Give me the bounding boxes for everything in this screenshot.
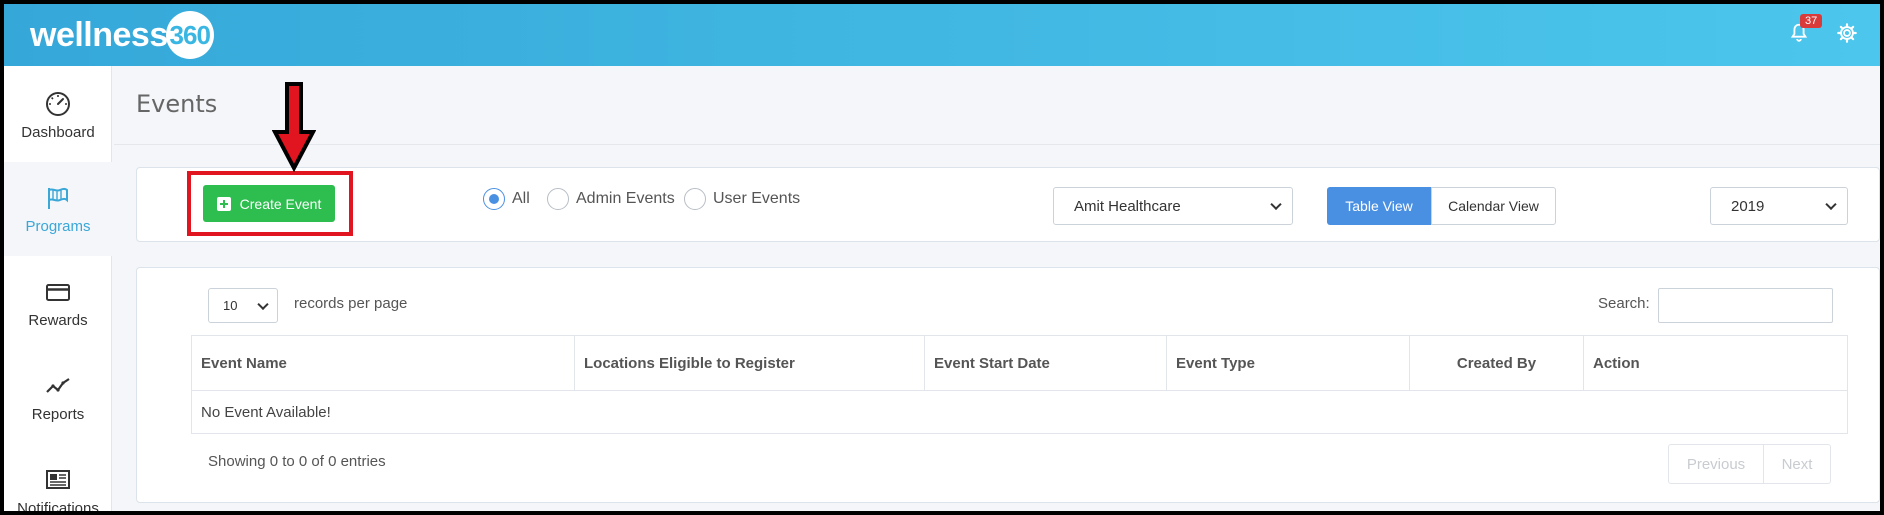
filter-admin-events-radio[interactable]: Admin Events [547,188,675,210]
column-header-start-date[interactable]: Event Start Date [925,336,1167,391]
table-view-button[interactable]: Table View [1327,187,1431,225]
divider [114,144,1880,145]
flag-icon [48,187,68,209]
newspaper-icon [46,469,70,489]
search-input[interactable] [1658,288,1833,323]
logo-number: 360 [165,11,214,59]
column-header-action: Action [1593,355,1640,372]
down-arrow-annotation-icon [272,82,316,172]
sidebar-item-programs[interactable]: Programs [4,162,112,256]
year-select[interactable]: 2019 [1710,187,1848,225]
radio-button[interactable] [547,188,569,210]
sidebar-item-notifications[interactable]: Notifications [4,444,112,511]
filter-admin-events-label: Admin Events [576,190,675,207]
line-chart-icon [46,377,70,393]
sidebar-item-rewards[interactable]: Rewards [4,256,112,350]
sidebar-item-label: Reports [31,405,85,423]
logo-text: wellness [30,15,168,54]
sidebar-item-label: Notifications [17,499,99,512]
sidebar-item-label: Dashboard [21,123,95,141]
top-bar: wellness 360 37 [4,4,1880,66]
organization-select-value: Amit Healthcare [1074,197,1181,215]
gear-icon[interactable] [1836,22,1858,44]
sidebar-item-reports[interactable]: Reports [4,350,112,444]
table-header: Event Name Locations Eligible to Registe… [192,336,1847,391]
organization-select[interactable]: Amit Healthcare [1053,187,1293,225]
calendar-view-button[interactable]: Calendar View [1431,187,1556,225]
chevron-down-icon [1270,198,1282,211]
page-title: Events [136,90,218,118]
sidebar-item-label: Programs [25,217,91,235]
filter-all-label: All [512,190,530,207]
app-window: wellness 360 37 Dashboard Programs Rewar… [4,4,1880,511]
records-per-page-value: 10 [223,298,238,313]
filter-all-radio[interactable]: All [483,188,530,210]
search-label: Search: [1598,295,1650,312]
notification-count-badge: 37 [1800,14,1823,28]
toolbar-card [136,167,1880,242]
column-header-event-name[interactable]: Event Name [192,336,575,391]
radio-button[interactable] [684,188,706,210]
previous-page-button[interactable]: Previous [1668,444,1764,484]
speedometer-icon [46,91,70,116]
events-table: Event Name Locations Eligible to Registe… [191,335,1848,434]
records-per-page-label: records per page [294,295,408,312]
sidebar-item-label: Rewards [28,311,88,329]
filter-user-events-label: User Events [713,190,801,207]
year-select-value: 2019 [1731,197,1765,215]
column-header-created-by[interactable]: Created By [1410,336,1584,391]
chevron-down-icon [257,298,269,310]
radio-button[interactable] [483,188,505,210]
column-header-event-type[interactable]: Event Type [1167,336,1410,391]
logo[interactable]: wellness 360 [30,11,214,59]
column-header-locations[interactable]: Locations Eligible to Register [575,336,925,391]
highlight-annotation-box [187,171,353,236]
sidebar: Dashboard Programs Rewards Reports Notif… [4,66,112,511]
table-info: Showing 0 to 0 of 0 entries [208,453,386,470]
chevron-down-icon [1825,198,1837,211]
next-page-button[interactable]: Next [1764,444,1831,484]
sidebar-item-dashboard[interactable]: Dashboard [4,68,112,162]
credit-card-icon [46,283,70,301]
empty-table-message: No Event Available! [201,404,331,421]
filter-user-events-radio[interactable]: User Events [684,188,800,210]
records-per-page-select[interactable]: 10 [208,288,278,323]
pagination: Previous Next [1668,444,1831,484]
